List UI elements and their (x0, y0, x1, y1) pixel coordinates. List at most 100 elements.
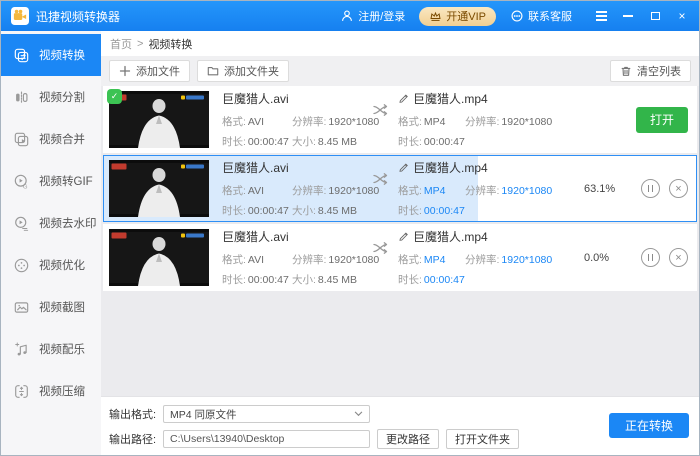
menu-icon[interactable] (594, 9, 608, 23)
minimize-button[interactable] (621, 9, 635, 23)
output-format: 格式: MP4 (398, 254, 446, 266)
source-format: 格式: AVI (222, 185, 265, 197)
edit-filename-icon[interactable] (398, 230, 409, 244)
sidebar-item-video-split[interactable]: 视频分割 (1, 76, 101, 118)
completed-check-icon: ✓ (107, 89, 122, 104)
output-format-select[interactable]: MP4 同原文件 (163, 405, 370, 423)
chat-icon (511, 10, 523, 22)
add-folder-button[interactable]: 添加文件夹 (197, 60, 289, 82)
output-resolution: 分辨率: 1920*1080 (465, 254, 553, 266)
sidebar-item-video-merge[interactable]: 视频合并 (1, 118, 101, 160)
source-size: 大小: 8.45 MB (292, 274, 358, 286)
video-merge-icon (13, 131, 30, 148)
sidebar-item-remove-watermark[interactable]: 视频去水印 (1, 202, 101, 244)
list-empty-area (101, 293, 699, 396)
convert-button[interactable]: 正在转换 (609, 413, 689, 438)
breadcrumb: 首页 > 视频转换 (101, 31, 699, 56)
source-resolution: 分辨率: 1920*1080 (292, 185, 380, 197)
sidebar-item-video-optimize[interactable]: 视频优化 (1, 244, 101, 286)
output-filename: 巨魔猎人.mp4 (413, 92, 488, 106)
clear-list-button[interactable]: 清空列表 (610, 60, 691, 82)
remove-watermark-icon (13, 215, 30, 232)
video-optimize-icon (13, 257, 30, 274)
vip-button[interactable]: 开通VIP (419, 6, 496, 26)
app-window: 迅捷视频转换器 注册/登录 开通VIP 联系客服 × 视频转换 视频分割 视频合… (0, 0, 700, 456)
sidebar-item-video-convert[interactable]: 视频转换 (1, 34, 101, 76)
user-icon (342, 10, 353, 21)
output-filename: 巨魔猎人.mp4 (413, 161, 488, 175)
source-info: 巨魔猎人.avi 格式: AVI 分辨率: 1920*1080 时长: 00:00:4… (222, 90, 379, 149)
trash-icon (621, 66, 631, 76)
video-frame-image (109, 160, 209, 217)
sidebar: 视频转换 视频分割 视频合并 G 视频转GIF 视频去水印 视频优化 视频截图 … (1, 31, 101, 455)
source-filename: 巨魔猎人.avi (222, 92, 289, 106)
video-frame-image (109, 91, 209, 148)
add-file-button[interactable]: 添加文件 (109, 60, 190, 82)
support-button[interactable]: 联系客服 (510, 8, 572, 24)
file-row-1[interactable]: ✓ 巨魔猎人.avi 格式: AVI 分辨率: 1920*1080 时长: 00:00… (103, 86, 697, 153)
output-info: 巨魔猎人.mp4 格式: MP4 分辨率: 1920*1080 时长: 00:00:4… (398, 159, 566, 218)
cancel-button[interactable]: × (669, 179, 688, 198)
output-duration: 时长: 00:00:47 (398, 205, 465, 217)
output-format: 格式: MP4 (398, 116, 446, 128)
source-duration: 时长: 00:00:47 (222, 205, 289, 217)
output-path-label: 输出路径: (109, 434, 157, 446)
video-thumbnail (109, 160, 209, 217)
video-thumbnail: ✓ (107, 89, 209, 148)
video-frame-image (109, 229, 209, 286)
breadcrumb-current: 视频转换 (148, 38, 193, 51)
video-music-icon (13, 341, 30, 358)
source-duration: 时长: 00:00:47 (222, 274, 289, 286)
folder-icon (207, 67, 219, 76)
output-filename: 巨魔猎人.mp4 (413, 230, 488, 244)
sidebar-item-video-compress[interactable]: 视频压缩 (1, 370, 101, 412)
output-info: 巨魔猎人.mp4 格式: MP4 分辨率: 1920*1080 时长: 00:00:4… (398, 90, 566, 149)
breadcrumb-home[interactable]: 首页 (110, 36, 132, 52)
source-filename: 巨魔猎人.avi (222, 161, 289, 175)
change-path-button[interactable]: 更改路径 (377, 429, 439, 449)
edit-filename-icon[interactable] (398, 161, 409, 175)
source-size: 大小: 8.45 MB (292, 136, 358, 148)
file-row-3[interactable]: 巨魔猎人.avi 格式: AVI 分辨率: 1920*1080 时长: 00:00:4… (103, 224, 697, 291)
edit-filename-icon[interactable] (398, 92, 409, 106)
output-resolution: 分辨率: 1920*1080 (465, 185, 553, 197)
output-format: 格式: MP4 (398, 185, 446, 197)
open-folder-button[interactable]: 打开文件夹 (446, 429, 519, 449)
file-row-2[interactable]: 巨魔猎人.avi 格式: AVI 分辨率: 1920*1080 时长: 00:00:4… (103, 155, 697, 222)
sidebar-item-video-screenshot[interactable]: 视频截图 (1, 286, 101, 328)
video-thumbnail (109, 229, 209, 286)
open-button[interactable]: 打开 (636, 106, 688, 133)
app-logo-icon (11, 7, 29, 25)
video-convert-icon (13, 47, 30, 64)
pause-button[interactable] (641, 179, 660, 198)
pause-button[interactable] (641, 248, 660, 267)
progress-percent: 63.1% (584, 182, 616, 195)
source-info: 巨魔猎人.avi 格式: AVI 分辨率: 1920*1080 时长: 00:00:4… (222, 159, 379, 218)
crown-icon (430, 11, 441, 21)
plus-icon (119, 65, 131, 77)
video-split-icon (13, 89, 30, 106)
output-format-label: 输出格式: (109, 409, 157, 421)
close-button[interactable]: × (675, 9, 689, 23)
sidebar-item-video-music[interactable]: 视频配乐 (1, 328, 101, 370)
source-size: 大小: 8.45 MB (292, 205, 358, 217)
output-duration: 时长: 00:00:47 (398, 136, 465, 148)
login-button[interactable]: 注册/登录 (340, 8, 405, 24)
convert-arrows-icon (372, 172, 392, 191)
source-format: 格式: AVI (222, 116, 265, 128)
app-title: 迅捷视频转换器 (36, 9, 121, 24)
toolbar: 添加文件 添加文件夹 清空列表 (101, 56, 699, 86)
output-resolution: 分辨率: 1920*1080 (465, 116, 553, 128)
source-resolution: 分辨率: 1920*1080 (292, 116, 380, 128)
source-filename: 巨魔猎人.avi (222, 230, 289, 244)
output-info: 巨魔猎人.mp4 格式: MP4 分辨率: 1920*1080 时长: 00:00:4… (398, 228, 566, 287)
video-screenshot-icon (13, 299, 30, 316)
maximize-button[interactable] (648, 9, 662, 23)
source-duration: 时长: 00:00:47 (222, 136, 289, 148)
convert-arrows-icon (372, 103, 392, 122)
source-format: 格式: AVI (222, 254, 265, 266)
svg-text:G: G (23, 184, 28, 190)
sidebar-item-video-to-gif[interactable]: G 视频转GIF (1, 160, 101, 202)
output-path-input[interactable] (163, 430, 370, 448)
cancel-button[interactable]: × (669, 248, 688, 267)
